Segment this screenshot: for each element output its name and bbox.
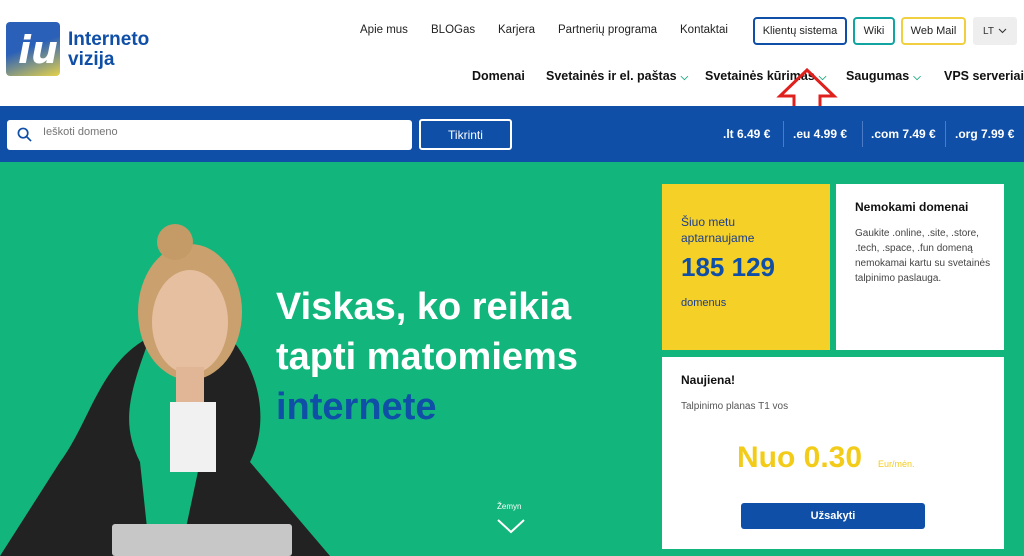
price-divider [783, 121, 784, 147]
domain-search-bar: Tikrinti .lt 6.49 € .eu 4.99 € .com 7.49… [0, 106, 1024, 162]
mainnav-hosting-label: Svetainės ir el. paštas [546, 69, 677, 83]
language-label: LT [983, 25, 994, 37]
brand-name-line1: Interneto [68, 29, 150, 50]
language-select[interactable]: LT [973, 17, 1017, 45]
mainnav-domains-label: Domenai [472, 69, 525, 83]
price-divider [945, 121, 946, 147]
price-org[interactable]: .org 7.99 € [955, 127, 1014, 141]
wiki-button[interactable]: Wiki [853, 17, 895, 45]
hero-line-3: internete [276, 386, 437, 428]
brand-name[interactable]: Interneto vizija [68, 30, 149, 70]
hero-line-2: tapti matomiems [276, 336, 578, 378]
price-com[interactable]: .com 7.49 € [871, 127, 936, 141]
topnav-contacts[interactable]: Kontaktai [680, 24, 728, 36]
logo-icon[interactable]: iu [6, 22, 60, 76]
topnav-partners[interactable]: Partnerių programa [558, 24, 657, 36]
stats-number: 185 129 [681, 252, 775, 282]
price-divider [862, 121, 863, 147]
search-box[interactable] [7, 120, 412, 150]
scroll-down-label[interactable]: Žemyn [497, 502, 521, 511]
chevron-down-icon: ⌵ [913, 72, 921, 83]
hero-headline: Viskas, ko reikia tapti matomiems intern… [276, 282, 578, 432]
check-domain-button[interactable]: Tikrinti [419, 119, 512, 150]
domain-search-input[interactable] [43, 126, 403, 138]
mainnav-vps[interactable]: VPS serveriai [944, 69, 1024, 83]
stats-unit: domenus [681, 297, 727, 309]
chevron-down-icon: ⌵ [680, 72, 689, 83]
chevron-down-icon[interactable] [497, 518, 525, 534]
mainnav-security[interactable]: Saugumas ⌵ [846, 69, 921, 83]
free-domains-text: Gaukite .online, .site, .store, .tech, .… [855, 228, 991, 284]
stats-card: Šiuo metu aptarnaujame 185 129 domenus [662, 184, 830, 350]
search-icon [17, 127, 32, 142]
hero-section: Viskas, ko reikia tapti matomiems intern… [0, 162, 1024, 556]
client-system-button[interactable]: Klientų sistema [753, 17, 847, 45]
news-price-unit: Eur/mėn. [878, 459, 915, 469]
logo-letter: iu [18, 28, 59, 72]
free-domains-title: Nemokami domenai [855, 200, 969, 214]
site-header: iu Interneto vizija Apie mus BLOGas Karj… [0, 0, 1024, 106]
news-price: Nuo 0.30 [737, 441, 863, 474]
topnav-about[interactable]: Apie mus [360, 24, 408, 36]
webmail-button[interactable]: Web Mail [901, 17, 966, 45]
price-eu[interactable]: .eu 4.99 € [793, 127, 847, 141]
mainnav-security-label: Saugumas [846, 69, 910, 83]
hero-line-1: Viskas, ko reikia [276, 286, 572, 328]
chevron-down-icon [998, 28, 1007, 34]
news-title: Naujiena! [681, 373, 736, 387]
mainnav-domains[interactable]: Domenai [472, 69, 525, 83]
brand-name-line2: vizija [68, 49, 115, 70]
mainnav-vps-label: VPS serveriai [944, 69, 1024, 83]
topnav-blog[interactable]: BLOGas [431, 24, 475, 36]
stats-title: Šiuo metu aptarnaujame [681, 215, 755, 245]
news-card: Naujiena! Talpinimo planas T1 vos Nuo 0.… [662, 357, 1004, 549]
topnav-career[interactable]: Karjera [498, 24, 535, 36]
order-button[interactable]: Užsakyti [741, 503, 925, 529]
price-lt[interactable]: .lt 6.49 € [723, 127, 770, 141]
free-domains-card[interactable]: Nemokami domenai Gaukite .online, .site,… [836, 184, 1004, 350]
news-subtitle: Talpinimo planas T1 vos [681, 401, 789, 412]
mainnav-hosting[interactable]: Svetainės ir el. paštas ⌵ [546, 69, 688, 83]
